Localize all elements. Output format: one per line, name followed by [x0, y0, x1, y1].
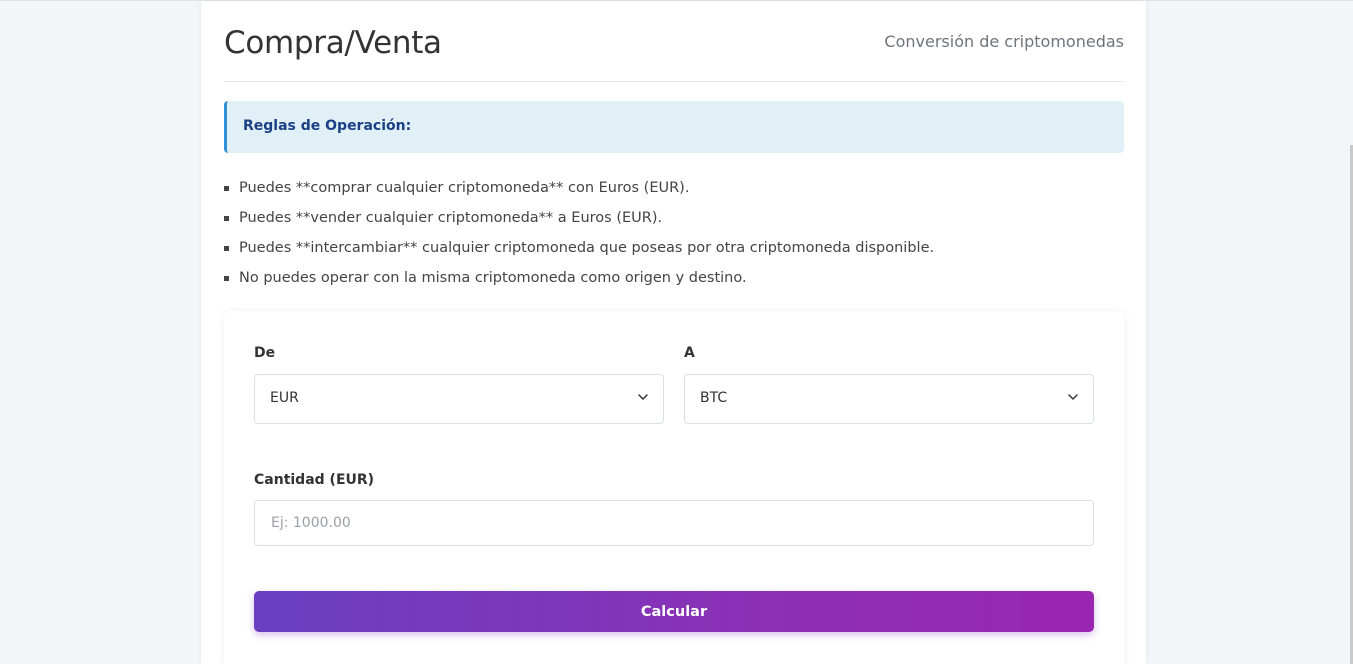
page-header: Compra/Venta Conversión de criptomonedas: [224, 1, 1124, 82]
rule-text: Puedes **intercambiar** cualquier cripto…: [239, 240, 935, 256]
rules-list: Puedes **comprar cualquier criptomoneda*…: [224, 178, 1124, 298]
amount-label: Cantidad (EUR): [254, 472, 375, 488]
rule-text: Puedes **comprar cualquier criptomoneda*…: [239, 180, 690, 196]
rules-alert: Reglas de Operación:: [224, 101, 1124, 153]
amount-input[interactable]: [254, 500, 1094, 546]
rule-item: Puedes **vender cualquier criptomoneda**…: [224, 208, 1124, 238]
conversion-form: De EUR A BTC Cantidad (EUR) Calcular: [224, 311, 1124, 664]
calculate-button[interactable]: Calcular: [254, 591, 1094, 632]
chevron-down-icon: [1068, 394, 1078, 400]
rule-text: No puedes operar con la misma criptomone…: [239, 270, 747, 286]
to-currency-value: BTC: [700, 390, 728, 406]
bullet-icon: [224, 246, 229, 251]
rule-item: No puedes operar con la misma criptomone…: [224, 268, 1124, 298]
from-currency-value: EUR: [270, 390, 299, 406]
to-label: A: [684, 345, 695, 361]
rule-text: Puedes **vender cualquier criptomoneda**…: [239, 210, 663, 226]
from-label: De: [254, 345, 276, 361]
rule-item: Puedes **comprar cualquier criptomoneda*…: [224, 178, 1124, 208]
rules-title: Reglas de Operación:: [243, 118, 412, 134]
bullet-icon: [224, 216, 229, 221]
bullet-icon: [224, 276, 229, 281]
rule-item: Puedes **intercambiar** cualquier cripto…: [224, 238, 1124, 268]
chevron-down-icon: [638, 394, 648, 400]
main-card: Compra/Venta Conversión de criptomonedas…: [201, 1, 1146, 664]
bullet-icon: [224, 186, 229, 191]
page-title: Compra/Venta: [224, 25, 442, 61]
page-subtitle: Conversión de criptomonedas: [884, 32, 1124, 51]
to-currency-select[interactable]: BTC: [684, 374, 1094, 424]
from-currency-select[interactable]: EUR: [254, 374, 664, 424]
